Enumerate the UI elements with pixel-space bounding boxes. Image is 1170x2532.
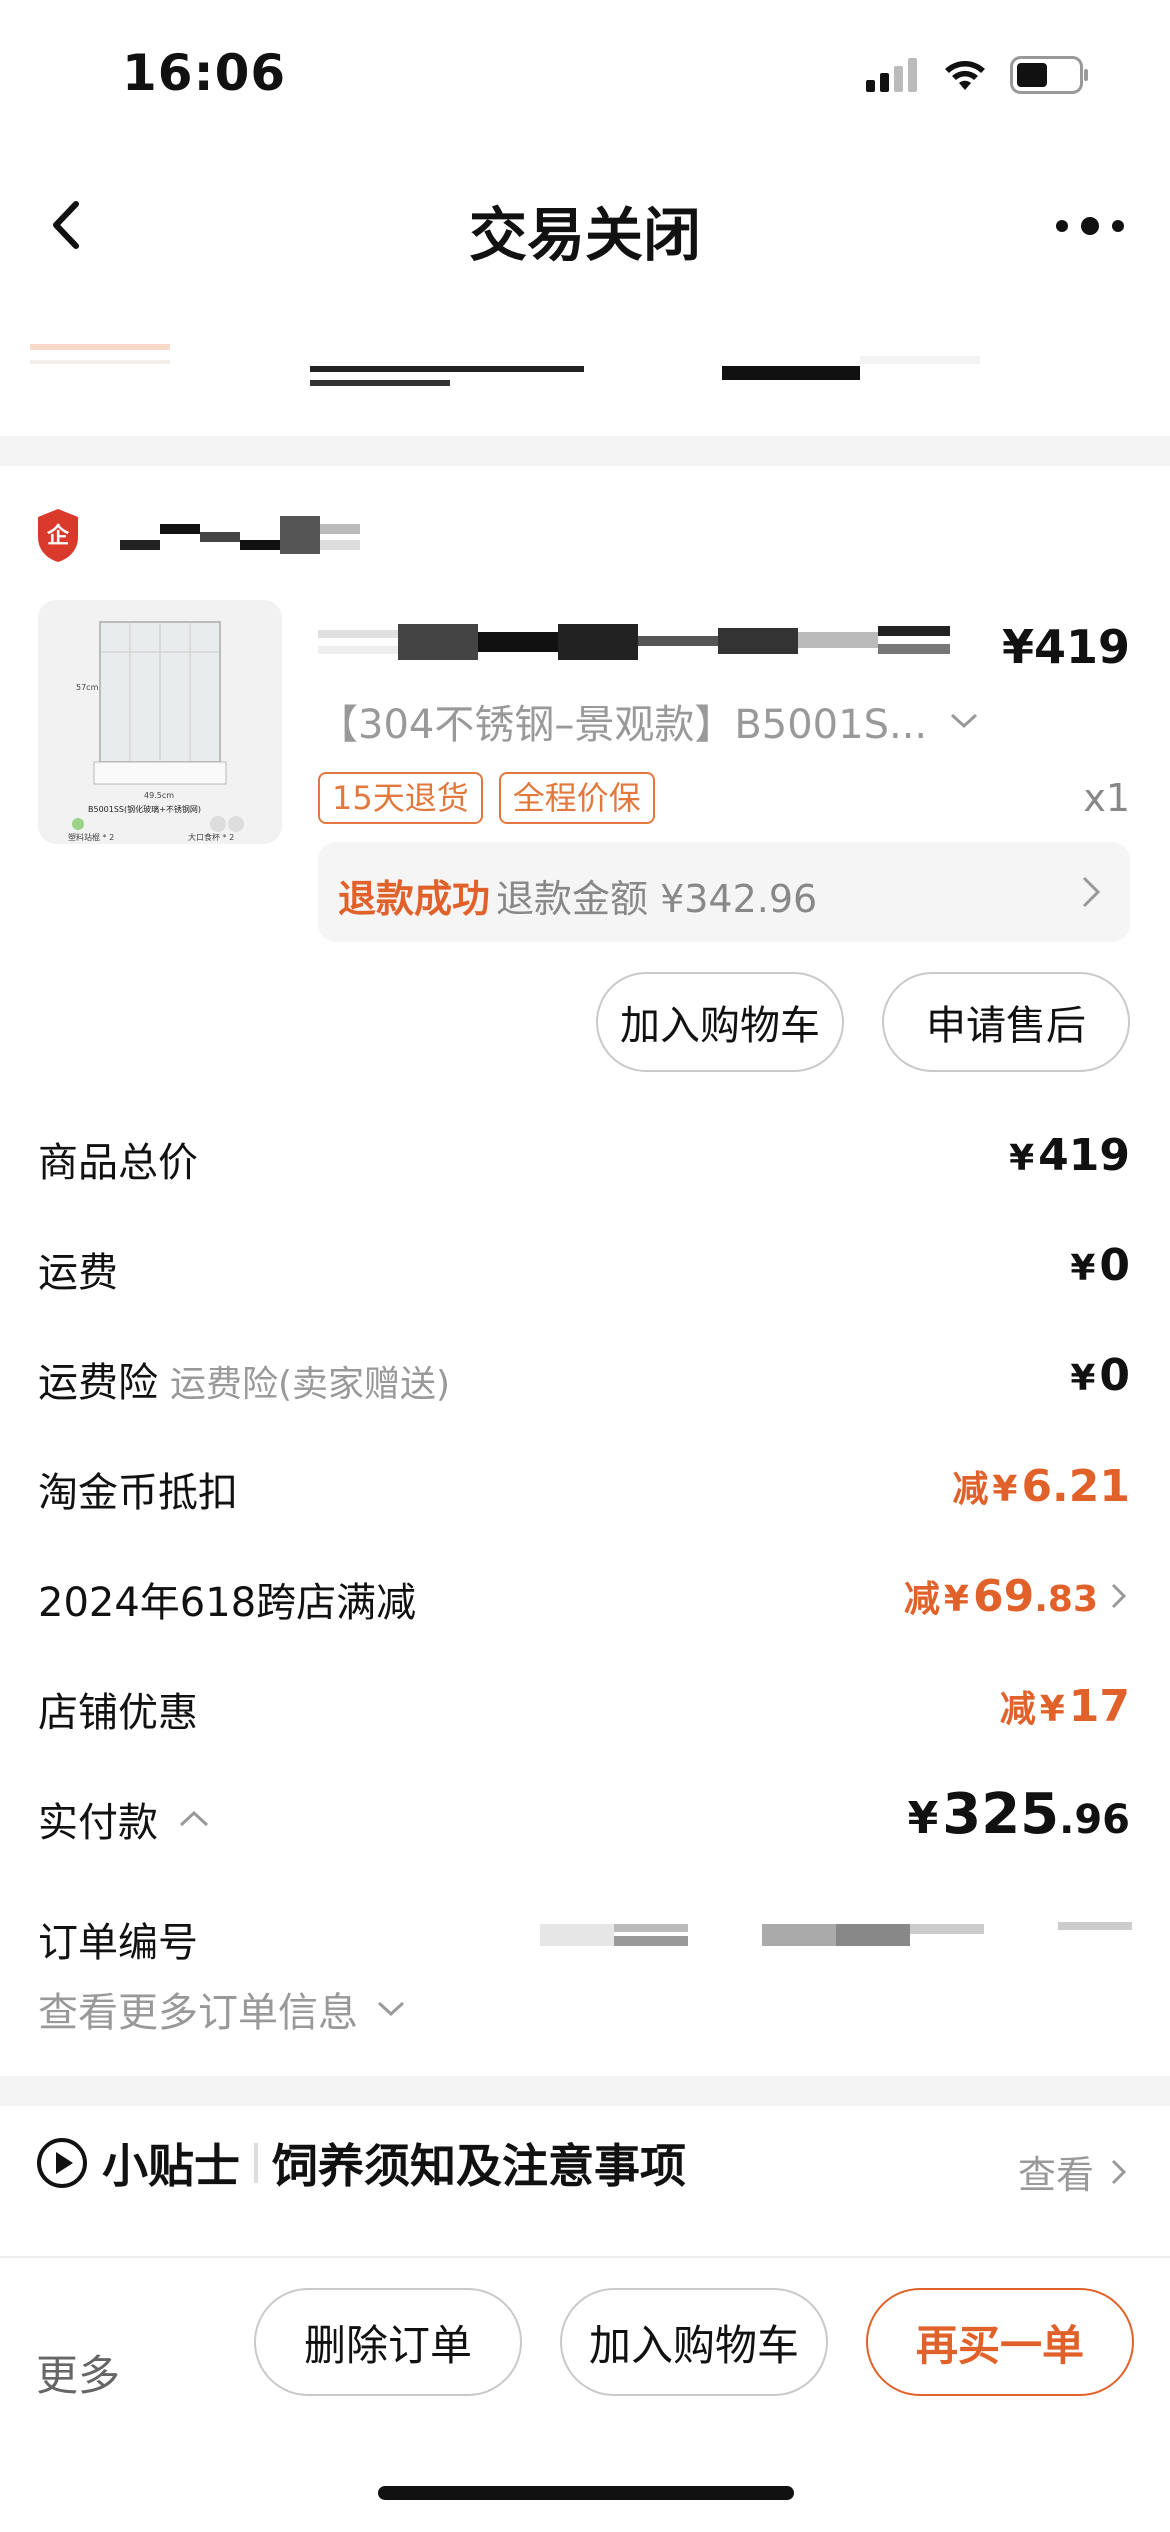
image-model-label: B5001SS(钢化玻璃+不锈钢网) — [88, 804, 201, 814]
items-total-value: ¥419 — [1009, 1130, 1130, 1181]
promo-618-value[interactable]: 减 ¥69.83 — [904, 1570, 1130, 1622]
image-width-label: 49.5cm — [144, 791, 174, 800]
redacted-product-title — [318, 624, 950, 660]
birdcage-illustration: 57cm 49.5cm B5001SS(钢化玻璃+不锈钢网) 塑料站棍 * 2 … — [68, 621, 244, 842]
paid-row[interactable]: 实付款 — [38, 1790, 210, 1848]
shop-header[interactable]: 企 — [36, 505, 400, 565]
chevron-down-icon — [377, 2001, 405, 2017]
status-icons — [866, 56, 1090, 94]
tips-view-link[interactable]: 查看 — [1018, 2144, 1130, 2199]
section-divider — [0, 436, 1170, 466]
battery-icon — [1010, 56, 1088, 94]
more-dots-icon[interactable] — [1050, 206, 1130, 246]
product-price: ¥419 — [1001, 620, 1130, 674]
tag-return: 15天退货 — [318, 772, 483, 824]
page-title: 交易关闭 — [468, 201, 701, 269]
redacted-order-number[interactable] — [540, 1920, 1132, 1950]
redacted-address-strip — [30, 344, 980, 386]
product-sku-label: 【304不锈钢–景观款】B5001S... — [318, 702, 928, 748]
section-divider — [0, 2076, 1170, 2106]
play-circle-icon — [37, 2138, 87, 2188]
items-total-label: 商品总价 — [38, 1140, 198, 1186]
shipping-insurance-value: ¥0 — [1070, 1350, 1130, 1401]
product-quantity: x1 — [1083, 776, 1130, 820]
shipping-value: ¥0 — [1070, 1240, 1130, 1291]
chevron-right-icon — [1082, 876, 1101, 908]
buy-again-button[interactable]: 再买一单 — [866, 2288, 1134, 2396]
image-height-label: 57cm — [76, 683, 99, 692]
tips-row[interactable]: 小贴士 饲养须知及注意事项 — [36, 2130, 686, 2196]
signal-icon — [866, 58, 917, 92]
paid-label: 实付款 — [38, 1800, 158, 1846]
image-accessory1-label: 塑料站棍 * 2 — [68, 832, 114, 842]
tag-price-protect: 全程价保 — [498, 772, 655, 824]
shipping-insurance-sub: 运费险(卖家赠送) — [170, 1364, 451, 1405]
product-image[interactable]: 57cm 49.5cm B5001SS(钢化玻璃+不锈钢网) 塑料站棍 * 2 … — [38, 600, 282, 844]
add-to-cart-bottom-button[interactable]: 加入购物车 — [560, 2288, 828, 2396]
tips-subtitle: 饲养须知及注意事项 — [272, 2139, 686, 2193]
chevron-right-icon — [1111, 2159, 1127, 2184]
tips-separator — [254, 2143, 258, 2183]
home-indicator[interactable] — [378, 2486, 794, 2500]
svg-text:企: 企 — [46, 523, 70, 549]
order-number-label: 订单编号 — [38, 1920, 198, 1966]
coin-deduction-value: 减 ¥6.21 — [952, 1461, 1130, 1512]
service-tags: 15天退货 全程价保 — [318, 772, 655, 824]
image-accessory2-label: 大口食杯 * 2 — [188, 832, 234, 842]
shipping-label: 运费 — [38, 1250, 118, 1296]
after-sale-button[interactable]: 申请售后 — [882, 972, 1130, 1072]
paid-value: ¥325.96 — [907, 1782, 1130, 1847]
nav-bar: 交易关闭 — [0, 160, 1170, 290]
shipping-insurance-row: 运费险 运费险(卖家赠送) — [38, 1350, 450, 1408]
tips-title: 小贴士 — [102, 2139, 240, 2193]
refund-status: 退款成功 — [338, 877, 491, 921]
chevron-up-icon — [179, 1810, 209, 1827]
more-order-info-label: 查看更多订单信息 — [38, 1990, 358, 2036]
more-order-info-link[interactable]: 查看更多订单信息 — [38, 1980, 406, 2038]
coin-deduction-label: 淘金币抵扣 — [38, 1470, 238, 1516]
shop-discount-label: 店铺优惠 — [38, 1690, 198, 1736]
status-time: 16:06 — [122, 44, 287, 102]
promo-618-label: 2024年618跨店满减 — [38, 1580, 417, 1626]
more-button[interactable]: 更多 — [36, 2342, 120, 2403]
wifi-icon — [945, 61, 985, 90]
chevron-right-icon — [1111, 1583, 1127, 1609]
chevron-down-icon — [951, 713, 978, 729]
refund-status-box[interactable]: 退款成功 退款金额 ¥342.96 — [318, 842, 1130, 942]
tips-view-label: 查看 — [1017, 2153, 1094, 2197]
product-sku-selector[interactable]: 【304不锈钢–景观款】B5001S... — [318, 692, 979, 750]
redacted-shop-name — [120, 516, 360, 554]
refund-amount: 退款金额 ¥342.96 — [496, 877, 818, 921]
enterprise-shield-icon: 企 — [38, 509, 78, 562]
shop-discount-value: 减 ¥17 — [999, 1681, 1130, 1732]
shipping-insurance-label: 运费险 — [38, 1360, 158, 1406]
delete-order-button[interactable]: 删除订单 — [254, 2288, 522, 2396]
status-bar: 16:06 — [0, 0, 1170, 150]
add-to-cart-button[interactable]: 加入购物车 — [596, 972, 844, 1072]
